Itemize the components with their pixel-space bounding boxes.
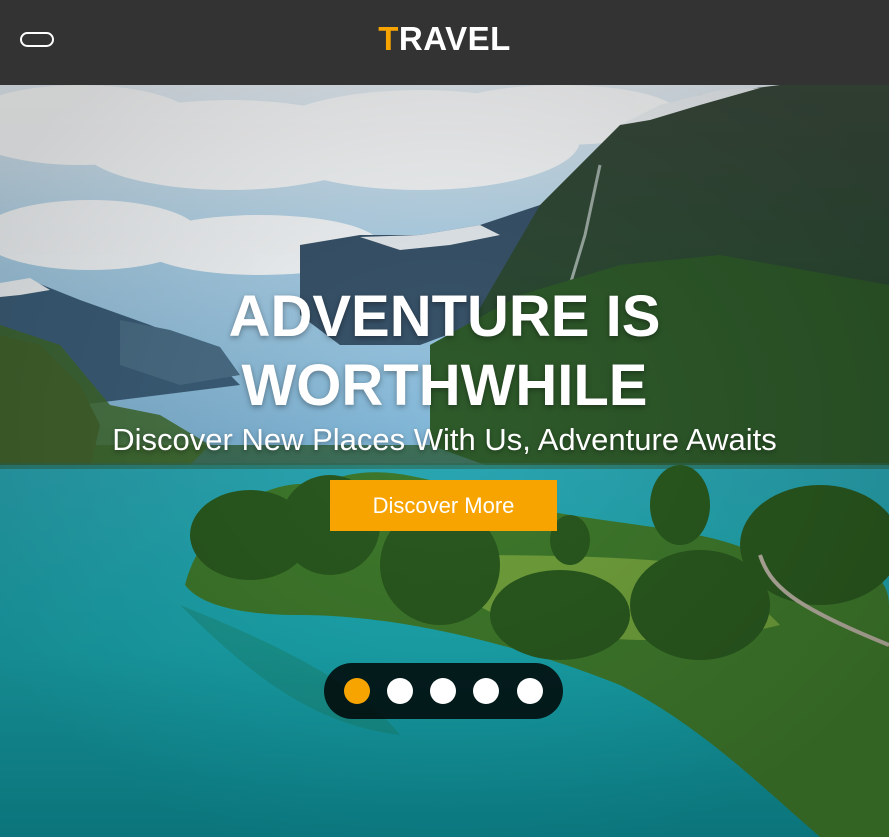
slide-dot-5[interactable] xyxy=(517,678,543,704)
navbar: TRAVEL xyxy=(0,0,889,85)
slide-dot-3[interactable] xyxy=(430,678,456,704)
hero-headline-line2: WORTHWHILE xyxy=(241,353,648,418)
hero-background-image xyxy=(0,85,889,837)
slide-dot-4[interactable] xyxy=(473,678,499,704)
discover-more-button[interactable]: Discover More xyxy=(330,480,557,531)
brand-logo[interactable]: TRAVEL xyxy=(0,20,889,58)
hero-headline: ADVENTURE IS WORTHWHILE xyxy=(0,282,889,420)
hero-slider: ADVENTURE IS WORTHWHILE Discover New Pla… xyxy=(0,85,889,837)
hero-headline-line1: ADVENTURE IS xyxy=(228,284,661,349)
slider-pagination xyxy=(324,663,563,719)
slide-dot-1[interactable] xyxy=(344,678,370,704)
brand-text: RAVEL xyxy=(398,20,511,57)
hero-subheading: Discover New Places With Us, Adventure A… xyxy=(112,422,777,457)
slide-dot-2[interactable] xyxy=(387,678,413,704)
brand-accent-letter: T xyxy=(378,20,399,57)
